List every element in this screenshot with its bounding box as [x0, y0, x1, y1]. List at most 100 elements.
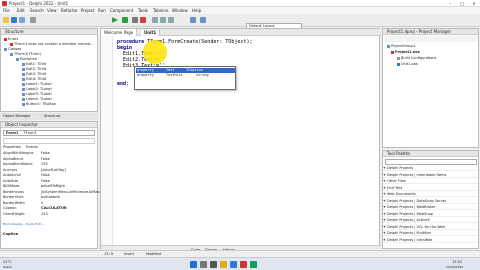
tree-item[interactable]: Button1: TButton — [22, 102, 56, 106]
palette-category[interactable]: +Delphi Projects | ActiveX — [383, 218, 478, 223]
menu-tabnine[interactable]: Tabnine — [153, 8, 168, 13]
tree-item[interactable]: Errors — [4, 37, 18, 41]
search-icon[interactable] — [200, 261, 207, 268]
object-inspector-panel: Object Inspector Form1 TForm1 Properties… — [0, 121, 110, 249]
desktop-icon[interactable] — [200, 17, 206, 23]
tree-item[interactable]: Published — [16, 57, 37, 61]
trace-into-icon[interactable] — [160, 17, 166, 23]
edge-icon[interactable] — [230, 261, 237, 268]
tab-welcome[interactable]: Welcome Page — [101, 29, 138, 36]
tree-item[interactable]: Label3: TLabel — [22, 92, 52, 96]
property-value[interactable]: bdLeftToRight — [41, 184, 65, 188]
tab-unit1[interactable]: Unit1 — [141, 29, 161, 36]
pause-icon[interactable] — [132, 17, 138, 23]
start-icon[interactable] — [190, 261, 197, 268]
tab-properties[interactable]: Properties — [3, 145, 21, 149]
property-value[interactable]: bsSizeable — [41, 195, 60, 199]
property-value[interactable]: False — [41, 179, 50, 183]
palette-category[interactable]: +Delphi Projects | IntraWeb — [383, 238, 478, 243]
property-value[interactable]: 255 — [41, 162, 48, 166]
menu-search[interactable]: Search — [30, 8, 44, 13]
save-icon[interactable] — [11, 17, 17, 23]
palette-category[interactable]: +Delphi Projects | Inheritable Items — [383, 173, 478, 178]
property-value[interactable]: [akLeft,akTop] — [41, 168, 66, 172]
palette-category[interactable]: +Delphi Projects | Multitier — [383, 231, 478, 236]
menu-help[interactable]: Help — [192, 8, 201, 13]
stop-icon[interactable] — [140, 17, 146, 23]
maximize-button[interactable]: □ — [456, 0, 468, 7]
menu-component[interactable]: Component — [110, 8, 133, 13]
file-explorer-icon[interactable] — [220, 261, 227, 268]
palette-category[interactable]: +Delphi Projects — [383, 166, 478, 171]
property-value[interactable]: False — [41, 151, 50, 155]
run-icon[interactable] — [112, 17, 118, 23]
class-icon — [10, 52, 13, 56]
minimize-button[interactable]: – — [444, 0, 456, 7]
property-value[interactable]: CALCULATOR — [41, 206, 67, 210]
palette-search[interactable] — [385, 159, 477, 165]
palette-category[interactable]: +Delphi Projects | VCL for the Web — [383, 225, 478, 230]
tree-item[interactable]: ProjectGroup1 — [387, 44, 416, 48]
palette-category[interactable]: +Delphi Projects | WebBroker — [383, 205, 478, 210]
delphi-taskbar-icon[interactable] — [240, 261, 247, 268]
tree-item[interactable]: Label1: TLabel — [22, 82, 52, 86]
task-view-icon[interactable] — [210, 261, 217, 268]
tree-item[interactable]: Classes — [4, 47, 21, 51]
layout-icon[interactable] — [190, 17, 196, 23]
object-selector[interactable]: Form1 TForm1 — [3, 130, 95, 136]
tree-item[interactable]: Label2: TLabel — [22, 87, 52, 91]
menu-window[interactable]: Window — [172, 8, 188, 13]
autocomplete-popup[interactable]: property Text TCaption property TextHint… — [134, 66, 236, 90]
project-icon — [391, 50, 394, 54]
tree-item[interactable]: Edit3: TEdit — [22, 72, 46, 76]
menu-refactor[interactable]: Refactor — [61, 8, 78, 13]
palette-category[interactable]: +Delphi Projects | DataSnap Server — [383, 199, 478, 204]
save-all-icon[interactable] — [19, 17, 25, 23]
tree-item[interactable]: TForm1(TForm) — [10, 52, 41, 56]
tree-item[interactable]: Edit4: TEdit — [22, 77, 46, 81]
inspector-links[interactable]: Bind Visually... Quick Edit... — [3, 222, 95, 226]
palette-category[interactable]: +Web Documents — [383, 192, 478, 197]
palette-category[interactable]: +Delphi Projects | WebSnap — [383, 212, 478, 217]
tree-item[interactable]: Project1.exe — [391, 50, 420, 54]
structure-title: Structure — [1, 29, 97, 35]
menu-edit[interactable]: Edit — [17, 8, 25, 13]
code-editor[interactable]: Welcome Page Unit1 procedure TForm1.Form… — [100, 28, 381, 253]
tree-item[interactable]: TForm1 does not contain a member named..… — [10, 42, 93, 46]
field-icon — [22, 67, 25, 71]
palette-category[interactable]: +Other Files — [383, 179, 478, 184]
step-over-icon[interactable] — [152, 17, 158, 23]
tree-item[interactable]: Edit2: TEdit — [22, 67, 46, 71]
property-value[interactable]: False — [41, 173, 50, 177]
autocomplete-item[interactable]: property TextHint string — [136, 73, 235, 78]
open-icon[interactable] — [3, 17, 9, 23]
app-taskbar-icon[interactable] — [250, 261, 257, 268]
menu-view[interactable]: View — [47, 8, 57, 13]
inspector-search[interactable] — [3, 138, 95, 144]
menu-run[interactable]: Run — [98, 8, 106, 13]
tree-item[interactable]: Edit1: TEdit — [22, 62, 46, 66]
property-value[interactable]: False — [41, 157, 50, 161]
tree-item[interactable]: Label4: TLabel — [22, 97, 52, 101]
close-button[interactable]: ✕ — [468, 0, 480, 7]
folder-icon — [16, 57, 19, 61]
property-name: AutoSize — [3, 178, 19, 183]
property-value[interactable]: 0 — [41, 201, 43, 205]
menu-project[interactable]: Project — [81, 8, 95, 13]
tab-object-manager[interactable]: Object Manager — [3, 113, 31, 120]
app-icon — [2, 1, 7, 6]
tab-structure[interactable]: Structure — [44, 113, 60, 120]
tree-item[interactable]: Build Configurations — [397, 56, 436, 60]
new-icon[interactable] — [30, 17, 36, 23]
palette-category-label: Other Files — [387, 179, 406, 183]
run-without-debug-icon[interactable] — [122, 17, 128, 23]
tab-events[interactable]: Events — [26, 145, 38, 149]
palette-category[interactable]: +Unit Test — [383, 186, 478, 191]
tree-item[interactable]: Unit1.pas — [397, 62, 418, 66]
menu-tools[interactable]: Tools — [138, 8, 148, 13]
property-value[interactable]: 253 — [41, 212, 48, 216]
menu-file[interactable]: File — [3, 8, 10, 13]
run-to-cursor-icon[interactable] — [168, 17, 174, 23]
property-name: AlphaBlendValue — [3, 162, 33, 166]
title-bar: Project1 - Delphi 2022 - Unit1 – □ ✕ — [0, 0, 480, 7]
